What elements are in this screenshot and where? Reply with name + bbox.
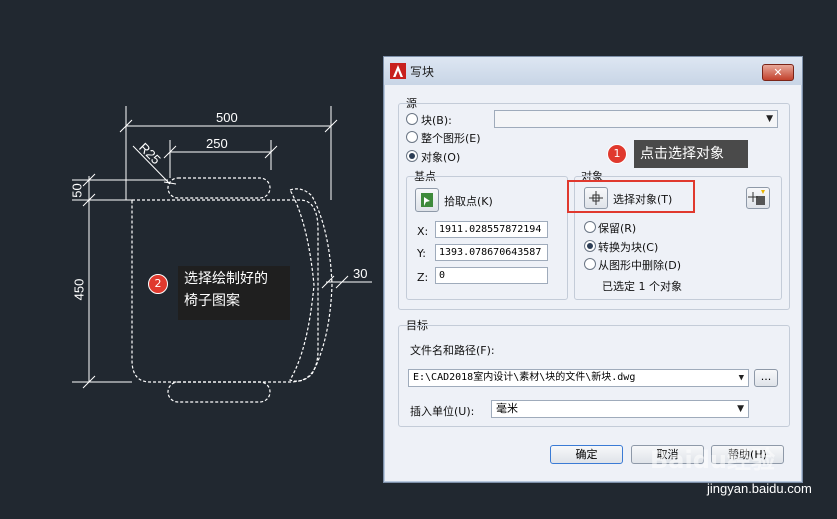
chevron-down-icon: ▼ [738,373,744,383]
radio-block-label: 块(B): [421,114,452,127]
close-button[interactable]: ✕ [762,64,794,81]
block-name-combo[interactable]: ▼ [494,110,778,128]
radio-retain-label: 保留(R) [598,222,637,235]
file-path-combo[interactable]: E:\CAD2018室内设计\素材\块的文件\新块.dwg ▼ [408,369,749,387]
insert-units-combo[interactable]: 毫米 ▼ [491,400,749,418]
radio-entire-label: 整个图形(E) [421,132,481,145]
dim-250-label: 250 [206,136,228,151]
select-objects-label: 选择对象(T) [613,193,673,206]
radio-delete-from-drawing[interactable] [584,258,596,270]
pick-point-label: 拾取点(K) [444,195,493,208]
dialog-titlebar[interactable]: 写块 ✕ [384,57,802,85]
quick-select-icon [748,190,765,205]
dim-500-label: 500 [216,110,238,125]
radio-convert-to-block[interactable] [584,240,596,252]
step-2-badge: 2 [148,274,168,294]
x-label: X: [417,225,429,238]
radio-entire-drawing[interactable] [406,131,418,143]
insert-units-label: 插入单位(U): [410,405,475,418]
z-coordinate-input[interactable]: 0 [435,267,548,284]
y-label: Y: [417,247,426,260]
dim-50-label: 50 [69,183,85,198]
pick-point-icon [421,193,433,207]
autocad-logo-icon [390,63,406,79]
write-block-dialog: 写块 ✕ 源 块(B): ▼ 整个图形(E) 对象(O) 基点 拾取点(K) X… [383,56,803,483]
select-objects-button[interactable] [584,187,608,209]
step-1-badge: 1 [607,144,627,164]
selection-status: 已选定 1 个对象 [602,280,682,293]
watermark-url: jingyan.baidu.com [707,481,812,496]
chevron-down-icon: ▼ [766,114,773,124]
z-label: Z: [417,271,429,284]
x-coordinate-input[interactable]: 1911.028557872194 [435,221,548,238]
path-label: 文件名和路径(F): [410,344,495,357]
quick-select-button[interactable] [746,187,770,209]
browse-button[interactable]: ... [754,369,778,387]
callout-click-select: 点击选择对象 [634,140,748,168]
radio-retain[interactable] [584,221,596,233]
radio-delete-label: 从图形中删除(D) [598,259,682,272]
radio-objects-label: 对象(O) [421,151,461,164]
chevron-down-icon: ▼ [737,404,744,414]
pick-point-button[interactable] [415,188,439,212]
radio-block[interactable] [406,113,418,125]
ok-button[interactable]: 确定 [550,445,623,464]
dialog-title: 写块 [410,65,435,79]
dim-450-label: 450 [71,278,87,301]
y-coordinate-input[interactable]: 1393.078670643587 [435,244,548,261]
file-path-value: E:\CAD2018室内设计\素材\块的文件\新块.dwg [413,372,636,383]
callout-line-1: 选择绘制好的 [184,271,268,287]
crosshair-icon [589,191,603,205]
radio-convert-label: 转换为块(C) [598,241,659,254]
callout-line-2: 椅子图案 [184,293,240,309]
radio-objects[interactable] [406,150,418,162]
dim-30-label: 30 [353,266,368,281]
insert-units-value: 毫米 [496,402,518,415]
callout-select-chair: 选择绘制好的 椅子图案 [178,266,290,320]
baidu-watermark-logo: Baidu经验 [650,446,775,474]
